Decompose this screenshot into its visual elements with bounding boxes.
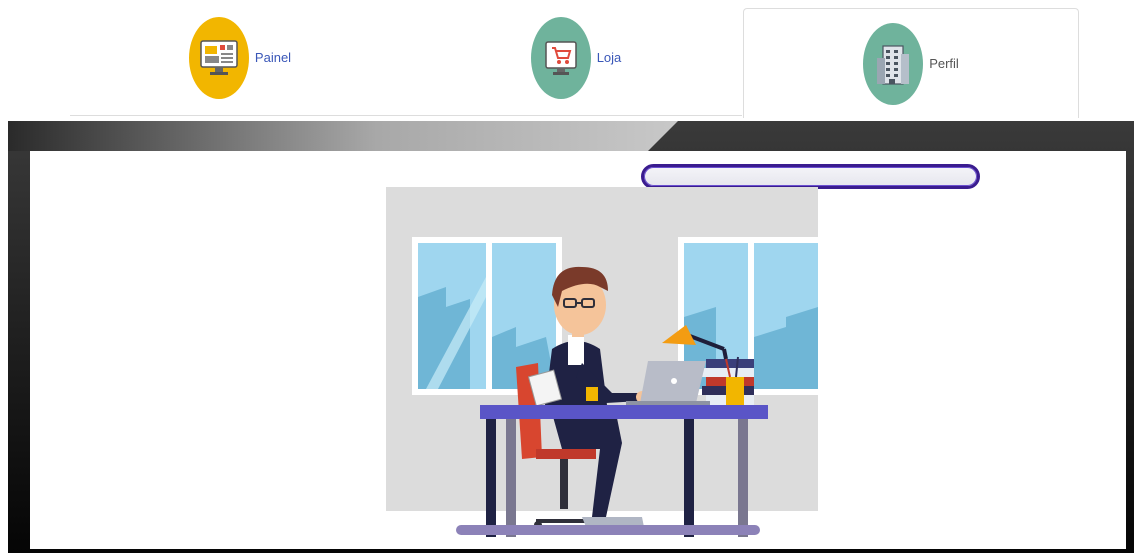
person-working-at-desk-illustration [386, 187, 818, 537]
tab-loja-label[interactable]: Loja [597, 50, 622, 65]
shopping-cart-icon [544, 40, 577, 75]
tab-loja[interactable]: Loja [410, 0, 742, 116]
tab-perfil[interactable]: Perfil [743, 8, 1079, 118]
nav-tabs: Painel Loja Perfil [70, 0, 1080, 118]
tab-painel-badge [188, 16, 249, 99]
content-frame [8, 121, 1134, 553]
tab-perfil-badge [863, 22, 924, 105]
tab-loja-badge [530, 16, 591, 99]
progress-pill [641, 164, 980, 189]
dashboard-monitor-icon [200, 39, 238, 75]
building-icon [877, 44, 910, 85]
tab-painel[interactable]: Painel [70, 0, 410, 116]
main-content [30, 151, 1126, 549]
tab-painel-label[interactable]: Painel [255, 50, 291, 65]
tab-perfil-label[interactable]: Perfil [929, 56, 959, 71]
